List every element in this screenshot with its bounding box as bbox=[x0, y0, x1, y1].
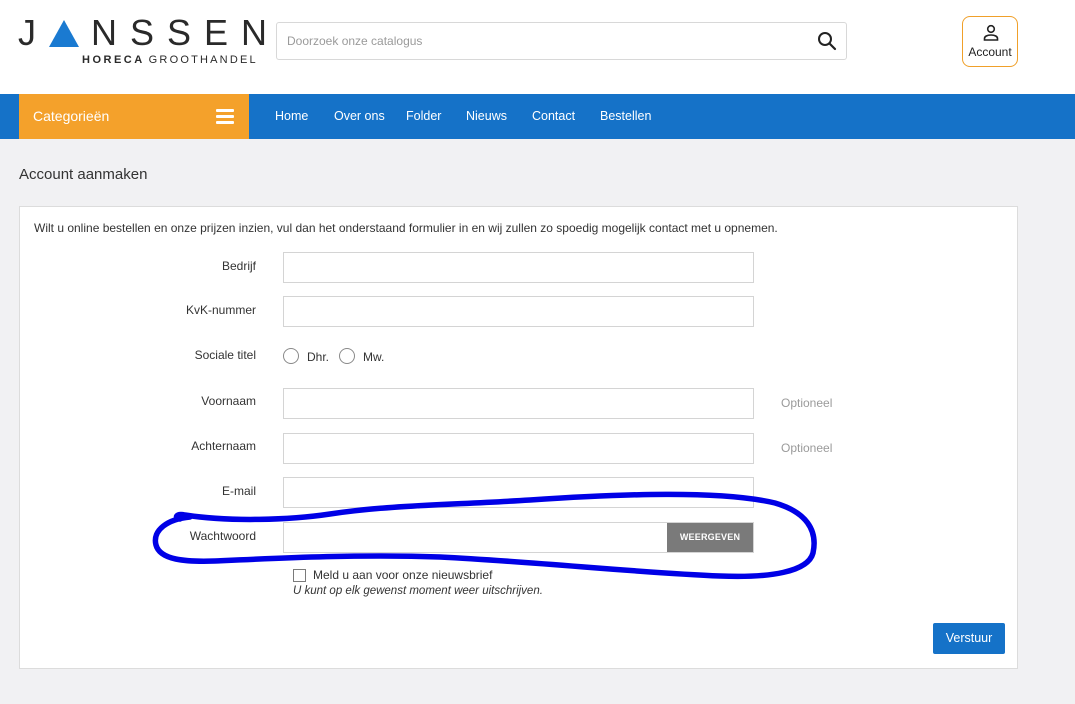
nav-link-bestellen[interactable]: Bestellen bbox=[600, 109, 651, 123]
hamburger-icon bbox=[216, 109, 234, 124]
main-navigation: Categorieën Home Over ons Folder Nieuws … bbox=[0, 94, 1075, 139]
email-label: E-mail bbox=[221, 484, 256, 498]
logo-tagline: HORECA GROOTHANDEL bbox=[82, 54, 258, 66]
nav-link-nieuws[interactable]: Nieuws bbox=[466, 109, 507, 123]
search-icon[interactable] bbox=[816, 30, 838, 52]
logo-wordmark: J NSSEN bbox=[18, 12, 267, 53]
search-bar bbox=[276, 22, 847, 60]
janssen-logo[interactable]: J NSSEN HORECA GROOTHANDEL bbox=[18, 12, 267, 70]
nav-link-contact[interactable]: Contact bbox=[532, 109, 575, 123]
show-password-button[interactable]: WEERGEVEN bbox=[667, 523, 753, 552]
nav-link-over-ons[interactable]: Over ons bbox=[334, 109, 385, 123]
company-field[interactable] bbox=[283, 252, 754, 283]
title-label: Sociale titel bbox=[194, 348, 256, 362]
user-icon bbox=[983, 24, 999, 41]
account-button[interactable]: Account bbox=[962, 16, 1018, 67]
page-title: Account aanmaken bbox=[19, 166, 148, 183]
nav-link-home[interactable]: Home bbox=[275, 109, 308, 123]
password-field-wrapper: WEERGEVEN bbox=[283, 522, 754, 553]
newsletter-checkbox[interactable] bbox=[293, 569, 306, 582]
intro-text: Wilt u online bestellen en onze prijzen … bbox=[34, 221, 778, 235]
logo-tagline-bold: HORECA bbox=[82, 54, 145, 66]
title-radio-dhr[interactable] bbox=[283, 348, 299, 364]
title-option-mw: Mw. bbox=[363, 350, 385, 364]
firstname-field[interactable] bbox=[283, 388, 754, 419]
firstname-label: Voornaam bbox=[201, 394, 256, 408]
categories-label: Categorieën bbox=[33, 108, 110, 124]
kvk-label: KvK-nummer bbox=[185, 303, 256, 317]
account-label: Account bbox=[968, 45, 1012, 59]
kvk-field[interactable] bbox=[283, 296, 754, 327]
site-header: JNSSEN HORECAGROOTHANDEL Account bbox=[0, 0, 1075, 94]
title-radio-mw[interactable] bbox=[339, 348, 355, 364]
lastname-optional-note: Optioneel bbox=[781, 441, 833, 455]
lastname-label: Achternaam bbox=[191, 439, 256, 453]
unsubscribe-note: U kunt op elk gewenst moment weer uitsch… bbox=[293, 585, 543, 597]
logo-tagline-rest: GROOTHANDEL bbox=[148, 54, 258, 66]
lastname-field[interactable] bbox=[283, 433, 754, 464]
registration-form: Wilt u online bestellen en onze prijzen … bbox=[19, 206, 1018, 669]
title-option-dhr: Dhr. bbox=[307, 350, 330, 364]
firstname-optional-note: Optioneel bbox=[781, 396, 833, 410]
email-field[interactable] bbox=[283, 477, 754, 508]
newsletter-label[interactable]: Meld u aan voor onze nieuwsbrief bbox=[313, 568, 492, 582]
submit-button[interactable]: Verstuur bbox=[933, 623, 1005, 654]
logo-triangle-icon bbox=[49, 20, 79, 47]
search-input[interactable] bbox=[277, 23, 807, 59]
nav-link-folder[interactable]: Folder bbox=[406, 109, 441, 123]
company-label: Bedrijf bbox=[221, 259, 256, 273]
password-label: Wachtwoord bbox=[189, 529, 256, 543]
password-field[interactable] bbox=[284, 523, 667, 552]
categories-button[interactable]: Categorieën bbox=[19, 94, 249, 139]
logo-letter-j: J bbox=[18, 12, 49, 53]
logo-letters-rest: NSSEN bbox=[91, 12, 281, 53]
